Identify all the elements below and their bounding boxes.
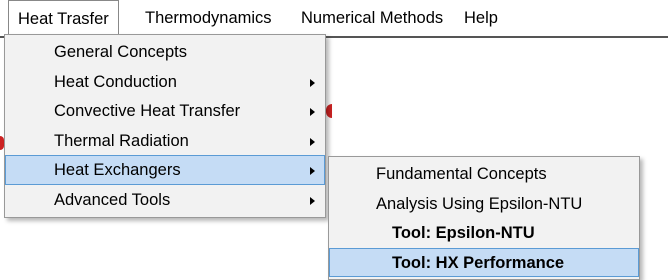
menu-help[interactable]: Help — [455, 0, 507, 36]
menu-item-label: General Concepts — [54, 43, 187, 61]
chevron-right-icon — [310, 78, 315, 87]
menu-item-label: Fundamental Concepts — [376, 165, 547, 183]
menu-item-label: Thermal Radiation — [54, 131, 189, 150]
chevron-right-icon — [310, 167, 315, 175]
menu-item-thermal-radiation[interactable]: Thermal Radiation — [5, 126, 325, 156]
menu-item-label: Heat Conduction — [54, 72, 177, 91]
menu-thermodynamics[interactable]: Thermodynamics — [136, 0, 281, 36]
menu-heat-transfer[interactable]: Heat Trasfer — [8, 0, 119, 36]
menu-bar: Heat Trasfer Thermodynamics Numerical Me… — [0, 0, 668, 37]
chevron-right-icon — [310, 196, 315, 205]
chevron-right-icon — [310, 108, 315, 116]
menu-numerical-methods[interactable]: Numerical Methods — [292, 0, 452, 36]
canvas-marker-right — [326, 104, 332, 118]
menu-item-label: Advanced Tools — [54, 190, 171, 209]
chevron-right-icon — [310, 137, 315, 146]
menu-item-label: Tool: Epsilon-NTU — [392, 224, 535, 242]
menu-item-label: Heat Exchangers — [54, 161, 181, 179]
menu-item-heat-exchangers[interactable]: Heat Exchangers — [5, 155, 325, 185]
menu-item-heat-conduction[interactable]: Heat Conduction — [5, 67, 325, 97]
menu-item-general-concepts[interactable]: General Concepts — [5, 37, 325, 67]
menu-item-label: Analysis Using Epsilon-NTU — [376, 194, 583, 213]
menu-item-label: Convective Heat Transfer — [54, 102, 241, 120]
app-window: { "menubar": { "items": [ { "label": "He… — [0, 0, 668, 280]
submenu-item-fundamental-concepts[interactable]: Fundamental Concepts — [329, 159, 639, 189]
heat-exchangers-submenu: Fundamental Concepts Analysis Using Epsi… — [328, 156, 640, 280]
submenu-item-analysis-epsilon-ntu[interactable]: Analysis Using Epsilon-NTU — [329, 189, 639, 219]
menu-item-label: Tool: HX Performance — [392, 253, 565, 272]
menu-item-convective-heat-transfer[interactable]: Convective Heat Transfer — [5, 96, 325, 126]
submenu-item-tool-epsilon-ntu[interactable]: Tool: Epsilon-NTU — [329, 218, 639, 248]
submenu-item-tool-hx-performance[interactable]: Tool: HX Performance — [329, 247, 639, 277]
heat-transfer-dropdown: General Concepts Heat Conduction Convect… — [4, 34, 326, 218]
menu-item-advanced-tools[interactable]: Advanced Tools — [5, 185, 325, 215]
